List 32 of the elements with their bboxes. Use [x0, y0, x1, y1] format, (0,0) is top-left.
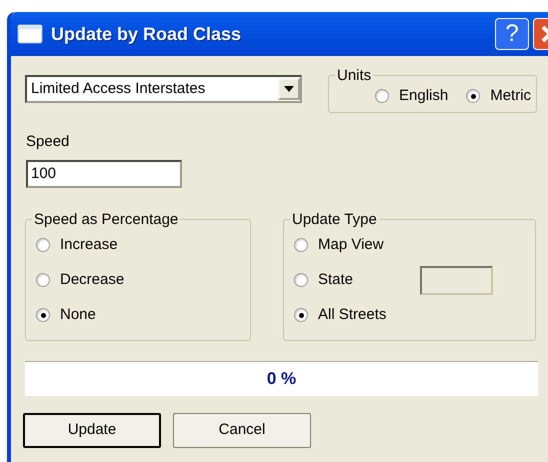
dialog-button[interactable]: Cancel [173, 412, 311, 448]
speed-label: Speed [26, 132, 70, 152]
window-icon [17, 24, 43, 44]
radio-button[interactable] [294, 308, 308, 322]
radio-label[interactable]: Metric [490, 85, 532, 108]
road-class-dropdown[interactable]: Limited Access Interstates [25, 75, 302, 103]
help-button[interactable]: ? [495, 18, 529, 50]
radio-button[interactable] [294, 273, 308, 287]
group-title: Update Type [291, 212, 378, 226]
radio-label[interactable]: Decrease [60, 268, 124, 292]
speed-field[interactable]: 100 [26, 160, 182, 188]
radio-button[interactable] [36, 273, 50, 287]
progress-reading: 0 % [266, 368, 296, 390]
dropdown-value: Limited Access Interstates [31, 78, 206, 99]
state-field[interactable] [420, 266, 493, 294]
window-title: Update by Road Class [51, 22, 242, 46]
group-title: Speed as Percentage [33, 212, 180, 226]
radio-button[interactable] [375, 89, 389, 104]
radio-label[interactable]: None [60, 304, 96, 326]
radio-label[interactable]: All Streets [318, 304, 386, 326]
radio-label[interactable]: Increase [60, 234, 118, 256]
group-title: Units [336, 68, 372, 83]
radio-button[interactable] [466, 89, 480, 104]
radio-label[interactable]: Map View [318, 234, 384, 256]
radio-label[interactable]: English [399, 85, 448, 108]
radio-button[interactable] [294, 238, 308, 252]
dialog-button[interactable]: Update [23, 412, 161, 448]
radio-button[interactable] [36, 238, 50, 252]
caret-icon [284, 86, 294, 92]
dropdown-button[interactable] [278, 78, 300, 100]
radio-label[interactable]: State [318, 268, 354, 292]
radio-button[interactable] [36, 308, 50, 322]
